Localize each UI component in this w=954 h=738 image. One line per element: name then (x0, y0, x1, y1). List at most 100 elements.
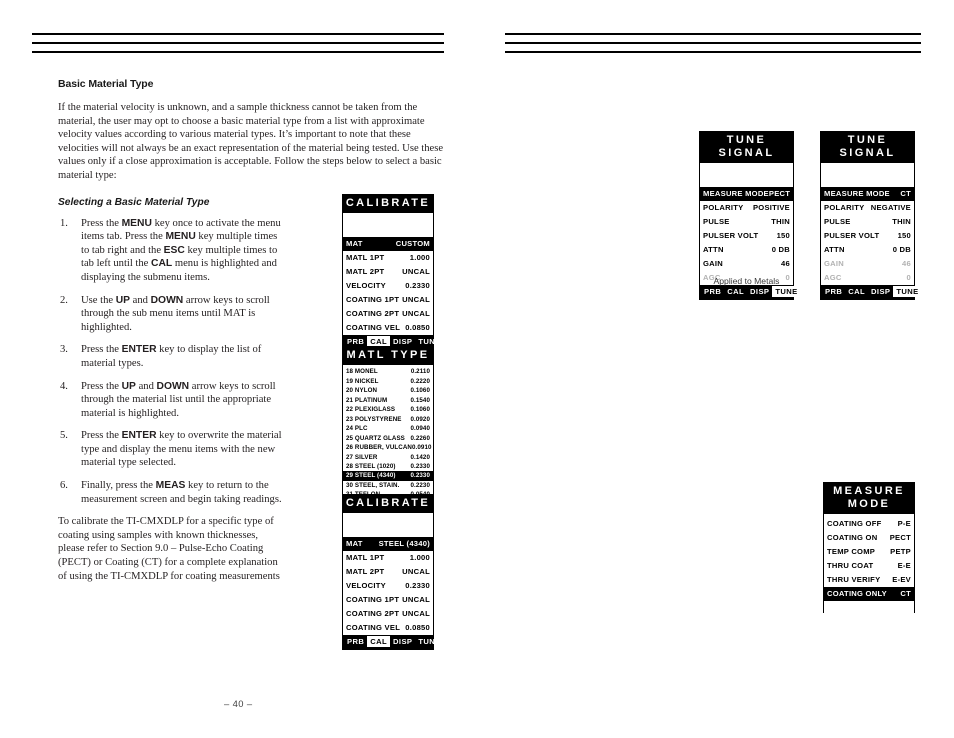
lcd-menu-row[interactable]: TEMP COMP PETP (824, 545, 914, 559)
lcd-row-label: TEMP COMP (827, 547, 876, 557)
lcd-row-value: 0.0940 (410, 425, 430, 433)
lcd-menu-row[interactable]: POLARITY POSITIVE (700, 201, 793, 215)
lcd-menu-row[interactable]: POLARITY NEGATIVE (821, 201, 914, 215)
lcd-menu-row[interactable]: MATL 2PT UNCAL (343, 265, 433, 279)
lcd-blank-area (343, 513, 433, 537)
lcd-row-label: VELOCITY (346, 581, 386, 591)
lcd-menu-row[interactable]: MAT CUSTOM (343, 237, 433, 251)
lcd-tab-cal[interactable]: CAL (724, 286, 747, 297)
lcd-tab-cal[interactable]: CAL (845, 286, 868, 297)
lcd-menu-row[interactable]: COATING 1PT UNCAL (343, 293, 433, 307)
lcd-tab-prb[interactable]: PRB (344, 636, 367, 647)
lcd-menu-row[interactable]: 19 NICKEL 0.2220 (343, 376, 433, 385)
header-rule-2 (32, 42, 444, 44)
lcd-menu-row[interactable]: 22 PLEXIGLASS 0.1060 (343, 405, 433, 414)
steps-list: Press the MENU key once to activate the … (58, 217, 286, 507)
lcd-tab-prb[interactable]: PRB (701, 286, 724, 297)
lcd-menu-row[interactable]: MAT STEEL (4340) (343, 537, 433, 551)
lcd-calibrate-custom: CALIBRATE MAT CUSTOM MATL 1PT 1.000 MATL 2PT… (342, 194, 440, 350)
lcd-menu-row[interactable]: COATING VEL 0.0850 (343, 321, 433, 335)
lcd-menu-row[interactable]: 30 STEEL, STAIN. 0.2230 (343, 481, 433, 490)
lcd-row-value: CT (900, 589, 911, 599)
lcd-tab-bar[interactable]: PRB CAL DISP TUNE (700, 284, 801, 299)
lcd-tab-tune[interactable]: TUNE (772, 286, 801, 298)
lcd-menu-row[interactable]: PULSER VOLT 150 (821, 229, 914, 243)
lcd-tab-tune[interactable]: TUNE (415, 636, 443, 647)
lcd-row-value: THIN (771, 217, 790, 227)
lcd-menu-row[interactable]: THRU VERIFY E-EV (824, 573, 914, 587)
lcd-row-value: PECT (889, 533, 911, 543)
lcd-row-label: 27 SILVER (346, 453, 378, 461)
lcd-row-value: 0.1540 (410, 396, 430, 404)
lcd-menu-row[interactable]: PULSER VOLT 150 (700, 229, 793, 243)
lcd-menu-row[interactable]: MEASURE MODE CT (821, 187, 914, 201)
lcd-menu-row[interactable]: 26 RUBBER, VULCAN 0.0910 (343, 443, 433, 452)
lcd-title: CALIBRATE (343, 195, 433, 213)
lcd-menu-row[interactable]: COATING ON PECT (824, 531, 914, 545)
lcd-row-value: 0 DB (771, 245, 790, 255)
lcd-menu-row[interactable]: 25 QUARTZ GLASS 0.2260 (343, 433, 433, 442)
lcd-menu-rows: MEASURE MODE PECT POLARITY POSITIVE PULSE THI… (700, 187, 793, 285)
lcd-menu-row[interactable]: 21 PLATINUM 0.1540 (343, 395, 433, 404)
lcd-menu-row[interactable]: 20 NYLON 0.1060 (343, 386, 433, 395)
lcd-tab-tune[interactable]: TUNE (893, 286, 922, 298)
lcd-menu-row[interactable]: PULSE THIN (700, 215, 793, 229)
list-item: Press the ENTER key to overwrite the mat… (60, 429, 282, 469)
lcd-row-label: COATING 1PT (346, 595, 400, 605)
lcd-menu-row[interactable]: PULSE THIN (821, 215, 914, 229)
lcd-tab-prb[interactable]: PRB (822, 286, 845, 297)
lcd-menu-row[interactable]: MATL 1PT 1.000 (343, 551, 433, 565)
lcd-row-value: UNCAL (402, 595, 430, 605)
lcd-title: TUNE SIGNAL (700, 132, 793, 163)
lcd-tab-cal[interactable]: CAL (367, 636, 391, 648)
list-item: Press the ENTER key to display the list … (60, 343, 262, 369)
lcd-menu-row[interactable]: ATTN 0 DB (700, 243, 793, 257)
lcd-row-value: 0 (906, 273, 911, 283)
lcd-tab-bar[interactable]: PRB CAL DISP TUNE (821, 284, 922, 299)
lcd-row-label: 21 PLATINUM (346, 396, 388, 404)
lcd-row-label: PULSE (824, 217, 851, 227)
lcd-row-label: COATING ON (827, 533, 878, 543)
lcd-row-label: 19 NICKEL (346, 377, 379, 385)
lcd-menu-row[interactable]: COATING 2PT UNCAL (343, 607, 433, 621)
lcd-menu-row[interactable]: COATING OFF P-E (824, 517, 914, 531)
lcd-menu-row[interactable]: 28 STEEL (1020) 0.2330 (343, 462, 433, 471)
lcd-menu-row[interactable]: AGC 0 (821, 271, 914, 285)
page-title: Basic Material Type (58, 78, 154, 90)
lcd-tab-disp[interactable]: DISP (868, 286, 893, 297)
lcd-tab-disp[interactable]: DISP (390, 636, 415, 647)
lcd-row-label: 25 QUARTZ GLASS (346, 434, 405, 442)
lcd-menu-row[interactable]: THRU COAT E-E (824, 559, 914, 573)
lcd-row-value: 46 (902, 259, 911, 269)
lcd-menu-row[interactable]: 18 MONEL 0.2110 (343, 367, 433, 376)
lcd-menu-row[interactable]: GAIN 46 (700, 257, 793, 271)
lcd-row-value: 46 (781, 259, 790, 269)
lcd-menu-row[interactable]: COATING ONLY CT (824, 586, 914, 601)
lcd-row-label: MATL 1PT (346, 553, 385, 563)
lcd-menu-row[interactable]: 23 POLYSTYRENE 0.0920 (343, 414, 433, 423)
lcd-row-label: THRU COAT (827, 561, 874, 571)
lcd-menu-row[interactable]: MEASURE MODE PECT (700, 187, 793, 201)
lcd-menu-row[interactable]: 29 STEEL (4340) 0.2330 (343, 471, 433, 481)
lcd-menu-row[interactable]: VELOCITY 0.2330 (343, 579, 433, 593)
lcd-row-value: 0.2230 (410, 481, 430, 489)
lcd-menu-row[interactable]: COATING VEL 0.0850 (343, 621, 433, 635)
lcd-tab-bar[interactable]: PRB CAL DISP TUNE (343, 634, 440, 649)
lcd-menu-row[interactable]: 24 PLC 0.0940 (343, 424, 433, 433)
lcd-menu-row[interactable]: MATL 2PT UNCAL (343, 565, 433, 579)
lcd-tab-disp[interactable]: DISP (747, 286, 772, 297)
header-rule-3 (505, 51, 921, 53)
lcd-menu-row[interactable]: MATL 1PT 1.000 (343, 251, 433, 265)
lcd-row-value: 0 DB (892, 245, 911, 255)
lcd-menu-row[interactable]: COATING 1PT UNCAL (343, 593, 433, 607)
lcd-title: MATL TYPE (343, 347, 433, 365)
lcd-menu-row[interactable]: VELOCITY 0.2330 (343, 279, 433, 293)
lcd-row-value: NEGATIVE (870, 203, 911, 213)
lcd-menu-row[interactable]: GAIN 46 (821, 257, 914, 271)
lcd-menu-row[interactable]: COATING 2PT UNCAL (343, 307, 433, 321)
lcd-menu-row[interactable]: ATTN 0 DB (821, 243, 914, 257)
lcd-menu-row[interactable]: 27 SILVER 0.1420 (343, 452, 433, 461)
page-number: – 40 – (224, 698, 253, 709)
lcd-row-label: 24 PLC (346, 425, 368, 433)
lcd-row-label: MEASURE MODE (824, 189, 890, 199)
